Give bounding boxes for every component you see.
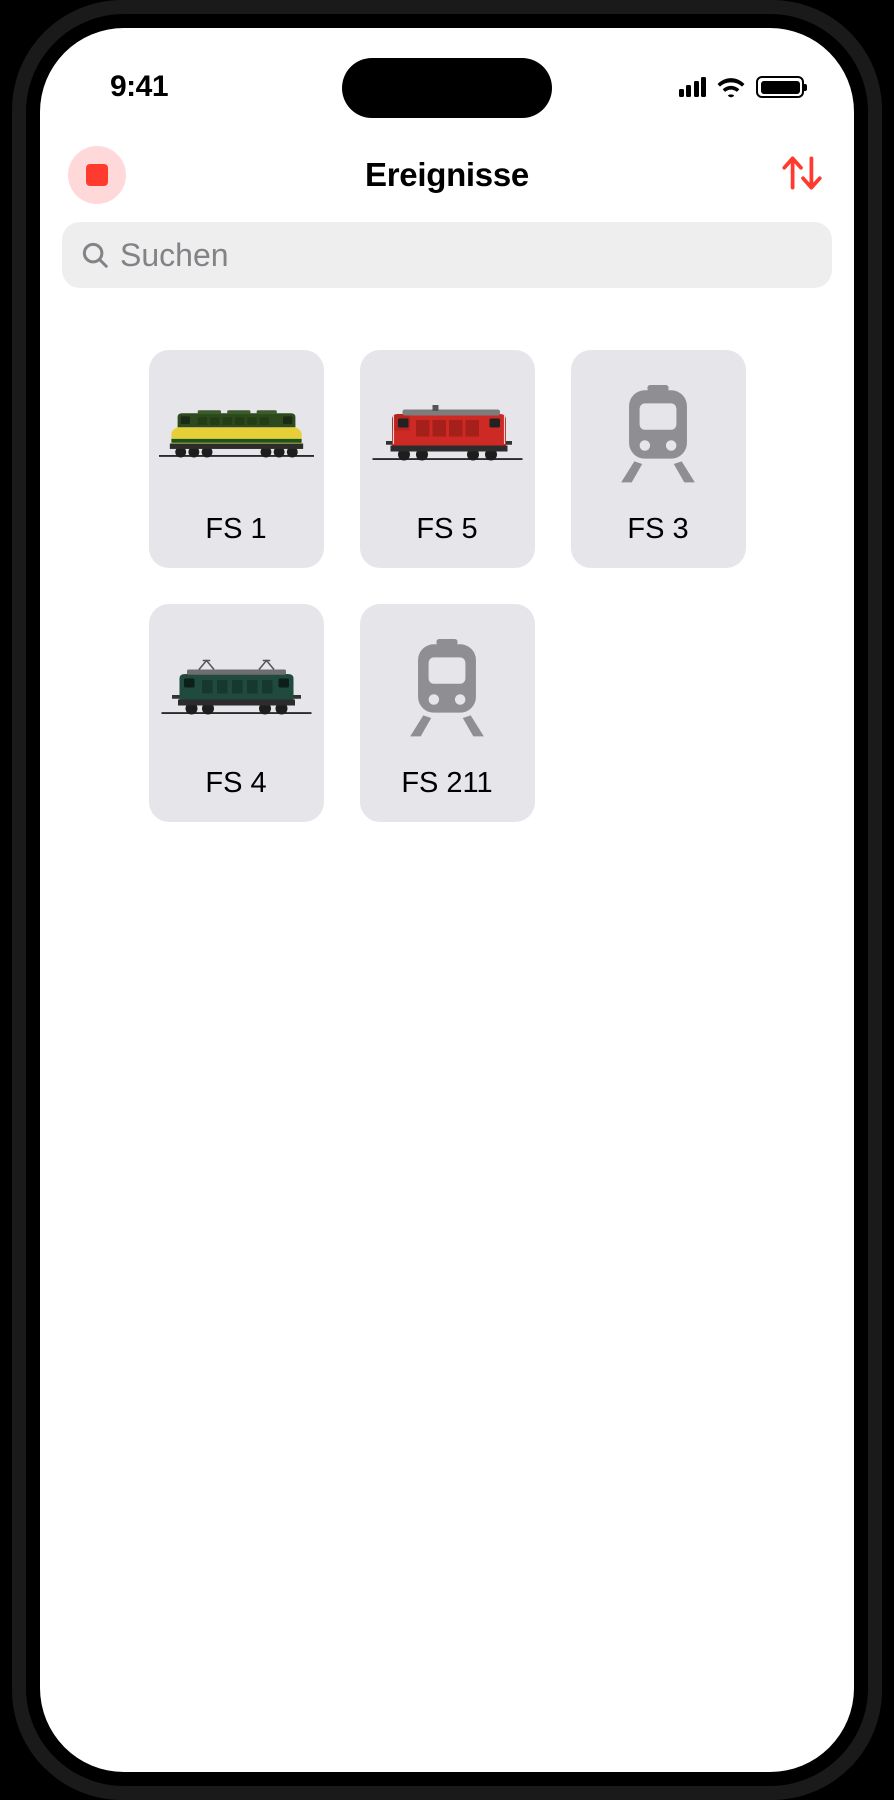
event-label: FS 211: [401, 767, 492, 800]
device-mute-switch: [0, 335, 4, 385]
tram-icon: [404, 639, 490, 739]
device-volume-down: [0, 585, 4, 700]
event-image-fs1: [159, 366, 314, 503]
event-image-fs211: [370, 620, 525, 757]
status-time: 9:41: [110, 70, 168, 104]
event-label: FS 5: [416, 513, 477, 546]
event-label: FS 1: [205, 513, 266, 546]
cellular-signal-icon: [679, 77, 707, 97]
tram-icon: [615, 385, 701, 485]
event-card-fs4[interactable]: FS 4: [149, 604, 324, 822]
events-grid: FS 1: [80, 350, 814, 822]
sort-arrows-icon: [778, 151, 826, 195]
sort-button[interactable]: [778, 151, 826, 200]
stop-button[interactable]: [68, 146, 126, 204]
battery-icon: [756, 76, 804, 98]
event-image-fs4: [159, 620, 314, 757]
event-card-fs1[interactable]: FS 1: [149, 350, 324, 568]
search-input[interactable]: [120, 237, 814, 274]
wifi-icon: [716, 76, 746, 98]
dynamic-island: [342, 58, 552, 118]
event-card-fs3[interactable]: FS 3: [571, 350, 746, 568]
event-image-fs5: [370, 366, 525, 503]
event-label: FS 4: [205, 767, 266, 800]
event-image-fs3: [581, 366, 736, 503]
nav-header: Ereignisse: [40, 118, 854, 222]
search-icon: [80, 240, 110, 270]
stop-icon: [86, 164, 108, 186]
event-card-fs5[interactable]: FS 5: [360, 350, 535, 568]
device-volume-up: [0, 430, 4, 545]
event-card-fs211[interactable]: FS 211: [360, 604, 535, 822]
page-title: Ereignisse: [365, 156, 529, 194]
device-frame: 9:41: [12, 0, 882, 1800]
search-field[interactable]: [62, 222, 832, 288]
device-power-button: [890, 500, 894, 680]
event-label: FS 3: [627, 513, 688, 546]
